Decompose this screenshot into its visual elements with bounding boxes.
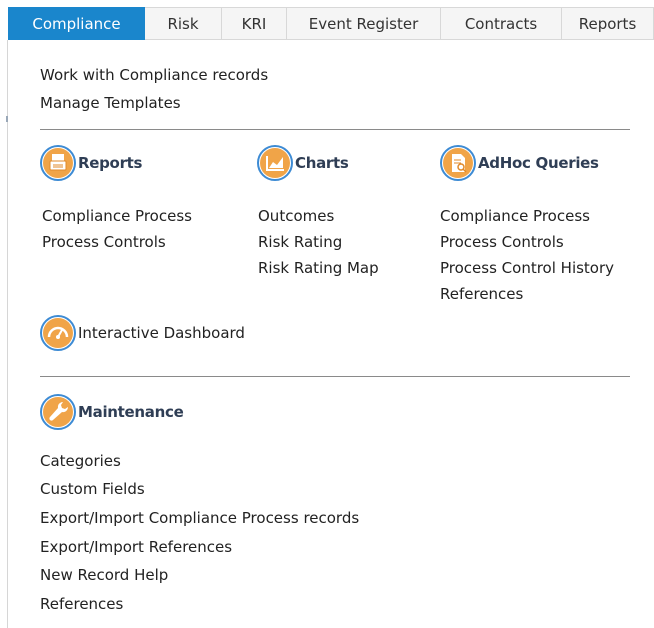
menu-divider [40, 129, 630, 130]
reports-item-compliance-process[interactable]: Compliance Process [42, 207, 192, 225]
maintenance-item-custom-fields[interactable]: Custom Fields [40, 480, 145, 498]
maintenance-item-references[interactable]: References [40, 595, 123, 613]
adhoc-section-header: AdHoc Queries [440, 145, 599, 181]
dashboard-gauge-icon [40, 315, 76, 351]
link-work-with-compliance-records[interactable]: Work with Compliance records [40, 66, 268, 84]
charts-item-risk-rating-map[interactable]: Risk Rating Map [258, 259, 379, 277]
reports-icon [40, 145, 76, 181]
charts-icon [257, 145, 293, 181]
reports-section-title: Reports [78, 154, 143, 172]
charts-section-header: Charts [257, 145, 349, 181]
adhoc-item-references[interactable]: References [440, 285, 523, 303]
maintenance-item-new-record-help[interactable]: New Record Help [40, 566, 168, 584]
tab-contracts[interactable]: Contracts [441, 7, 562, 40]
charts-item-risk-rating[interactable]: Risk Rating [258, 233, 342, 251]
adhoc-item-process-control-history[interactable]: Process Control History [440, 259, 614, 277]
maintenance-section-title: Maintenance [78, 403, 184, 421]
compliance-dropdown-menu: Work with Compliance records Manage Temp… [8, 41, 654, 628]
link-manage-templates[interactable]: Manage Templates [40, 94, 181, 112]
interactive-dashboard-label: Interactive Dashboard [78, 324, 245, 342]
charts-section-title: Charts [295, 154, 349, 172]
reports-section-header: Reports [40, 145, 142, 181]
tab-kri[interactable]: KRI [222, 7, 287, 40]
tab-compliance[interactable]: Compliance [8, 7, 145, 40]
adhoc-section-title: AdHoc Queries [478, 154, 599, 172]
adhoc-item-compliance-process[interactable]: Compliance Process [440, 207, 590, 225]
maintenance-item-categories[interactable]: Categories [40, 452, 121, 470]
interactive-dashboard-link[interactable]: Interactive Dashboard [40, 315, 245, 351]
maintenance-item-export-import-references[interactable]: Export/Import References [40, 538, 232, 556]
adhoc-item-process-controls[interactable]: Process Controls [440, 233, 564, 251]
tab-reports[interactable]: Reports [562, 7, 654, 40]
menu-divider [40, 376, 630, 377]
wrench-icon [40, 394, 76, 430]
adhoc-queries-icon [440, 145, 476, 181]
charts-item-outcomes[interactable]: Outcomes [258, 207, 334, 225]
maintenance-section-header: Maintenance [40, 394, 184, 430]
maintenance-item-export-import-compliance-process[interactable]: Export/Import Compliance Process records [40, 509, 359, 527]
tab-event-register[interactable]: Event Register [287, 7, 441, 40]
tab-risk[interactable]: Risk [145, 7, 222, 40]
reports-item-process-controls[interactable]: Process Controls [42, 233, 166, 251]
main-tab-bar: Compliance Risk KRI Event Register Contr… [8, 7, 654, 42]
